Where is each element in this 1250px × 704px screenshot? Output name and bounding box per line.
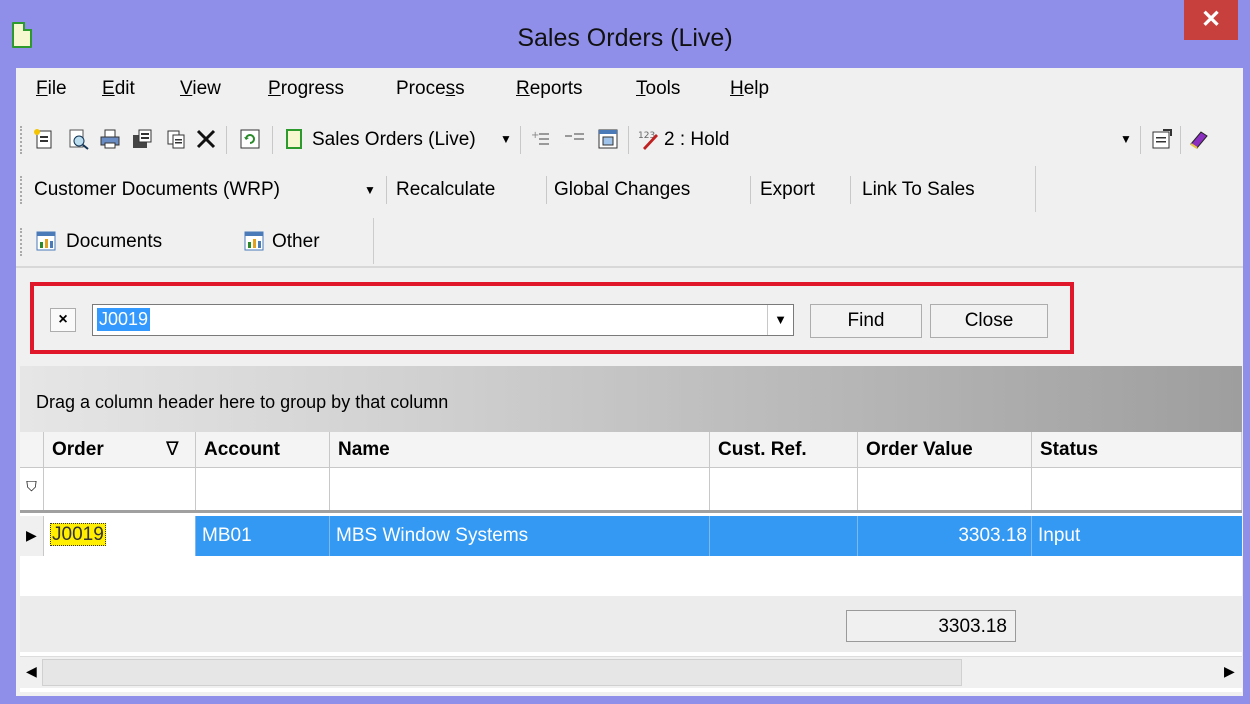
status-dropdown-arrow[interactable]: ▼ — [1120, 132, 1132, 146]
horizontal-scrollbar[interactable]: ◀ ▶ — [20, 656, 1242, 688]
clear-find-button[interactable]: × — [50, 308, 76, 332]
group-by-panel[interactable]: Drag a column header here to group by th… — [20, 366, 1242, 432]
menu-tools[interactable]: Tools — [636, 78, 680, 100]
refresh-icon[interactable] — [238, 127, 262, 151]
scroll-thumb[interactable] — [42, 659, 962, 686]
export-button[interactable]: Export — [760, 179, 815, 201]
column-header-name[interactable]: Name — [330, 432, 710, 468]
filter-order[interactable] — [44, 468, 196, 510]
cell-order[interactable]: J0019 — [44, 516, 196, 556]
close-find-button[interactable]: Close — [930, 304, 1048, 338]
filter-status[interactable] — [1032, 468, 1242, 510]
hold-icon: 123 — [636, 127, 660, 151]
menu-file[interactable]: File — [36, 78, 67, 100]
insert-line-icon[interactable]: + — [528, 127, 552, 151]
separator — [1180, 126, 1181, 154]
menu-process[interactable]: Process — [396, 78, 465, 100]
column-header-status[interactable]: Status — [1032, 432, 1242, 468]
customer-documents-button[interactable]: Customer Documents (WRP) — [34, 179, 280, 201]
menu-view[interactable]: View — [180, 78, 221, 100]
view-select[interactable]: Sales Orders (Live) — [312, 129, 476, 151]
filter-order-value[interactable] — [858, 468, 1032, 510]
separator — [272, 126, 273, 154]
separator — [628, 126, 629, 154]
help-book-icon[interactable] — [1186, 127, 1210, 151]
row-selector-header — [20, 432, 44, 468]
group-by-hint: Drag a column header here to group by th… — [36, 392, 449, 412]
status-select[interactable]: 2 : Hold — [664, 129, 729, 151]
view-icon — [282, 127, 306, 151]
cell-account[interactable]: MB01 — [196, 516, 330, 556]
new-icon[interactable] — [32, 127, 56, 151]
svg-text:+: + — [531, 130, 539, 141]
column-header-order[interactable]: Order ∇ — [44, 432, 196, 468]
main-toolbar: Sales Orders (Live) ▼ + 123 2 : Hold ▼ — [16, 114, 1226, 162]
filter-name[interactable] — [330, 468, 710, 510]
copy-to-icon[interactable] — [130, 127, 154, 151]
separator — [386, 176, 387, 204]
find-combobox[interactable]: J0019 ▼ — [92, 304, 794, 336]
documents-button[interactable]: Documents — [66, 231, 162, 253]
customer-documents-dropdown-arrow[interactable]: ▼ — [364, 183, 376, 197]
summary-footer — [20, 596, 1242, 652]
other-report-icon — [242, 229, 266, 253]
filter-divider — [20, 510, 1242, 513]
global-changes-button[interactable]: Global Changes — [554, 179, 690, 201]
order-value-total: 3303.18 — [846, 610, 1016, 642]
scroll-left-arrow-icon[interactable]: ◀ — [26, 663, 37, 680]
filter-icon[interactable]: ⛉ — [20, 468, 44, 510]
view-dropdown-arrow[interactable]: ▼ — [500, 132, 512, 146]
scroll-right-arrow-icon[interactable]: ▶ — [1224, 663, 1235, 680]
menu-bar: File Edit View Progress Process Reports … — [16, 68, 1243, 112]
action-toolbar: Customer Documents (WRP) ▼ Recalculate G… — [16, 166, 1036, 212]
separator — [546, 176, 547, 204]
find-input-value[interactable]: J0019 — [97, 308, 151, 331]
orders-grid: Order ∇ Account Name Cust. Ref. Order Va… — [20, 432, 1242, 692]
remove-line-icon[interactable] — [562, 127, 586, 151]
filter-cust-ref[interactable] — [710, 468, 858, 510]
find-button[interactable]: Find — [810, 304, 922, 338]
separator — [1140, 126, 1141, 154]
find-panel: × J0019 ▼ Find Close — [30, 282, 1074, 354]
delete-icon[interactable] — [194, 127, 218, 151]
window-close-button[interactable]: ✕ — [1184, 0, 1238, 40]
cell-name[interactable]: MBS Window Systems — [330, 516, 710, 556]
cell-status[interactable]: Input — [1032, 516, 1242, 556]
sort-indicator-icon: ∇ — [166, 439, 179, 460]
find-dropdown-arrow[interactable]: ▼ — [767, 305, 793, 335]
current-row-indicator-icon: ▶ — [20, 516, 44, 556]
toolbar-grip[interactable] — [20, 176, 24, 204]
recalculate-button[interactable]: Recalculate — [396, 179, 495, 201]
columns-icon[interactable] — [596, 127, 620, 151]
reports-toolbar: Documents Other — [16, 218, 374, 264]
sales-orders-window: Sales Orders (Live) ✕ File Edit View Pro… — [0, 0, 1250, 704]
preview-icon[interactable] — [66, 127, 90, 151]
link-to-sales-button[interactable]: Link To Sales — [862, 179, 975, 201]
column-header-cust-ref[interactable]: Cust. Ref. — [710, 432, 858, 468]
toolbar-grip[interactable] — [20, 228, 24, 256]
menu-edit[interactable]: Edit — [102, 78, 135, 100]
filter-account[interactable] — [196, 468, 330, 510]
separator — [226, 126, 227, 154]
column-header-account[interactable]: Account — [196, 432, 330, 468]
divider — [16, 266, 1243, 268]
print-icon[interactable] — [98, 127, 122, 151]
separator — [850, 176, 851, 204]
cell-cust-ref[interactable] — [710, 516, 858, 556]
toolbar-grip[interactable] — [20, 126, 24, 154]
menu-help[interactable]: Help — [730, 78, 769, 100]
title-bar[interactable]: Sales Orders (Live) ✕ — [0, 0, 1250, 74]
documents-report-icon — [34, 229, 58, 253]
separator — [750, 176, 751, 204]
column-header-order-value[interactable]: Order Value — [858, 432, 1032, 468]
client-area: File Edit View Progress Process Reports … — [16, 68, 1243, 696]
cell-order-value[interactable]: 3303.18 — [858, 516, 1032, 556]
separator — [520, 126, 521, 154]
menu-progress[interactable]: Progress — [268, 78, 344, 100]
window-title: Sales Orders (Live) — [517, 24, 733, 52]
other-button[interactable]: Other — [272, 231, 320, 253]
copy-icon[interactable] — [164, 127, 188, 151]
properties-icon[interactable] — [1150, 127, 1174, 151]
menu-reports[interactable]: Reports — [516, 78, 583, 100]
